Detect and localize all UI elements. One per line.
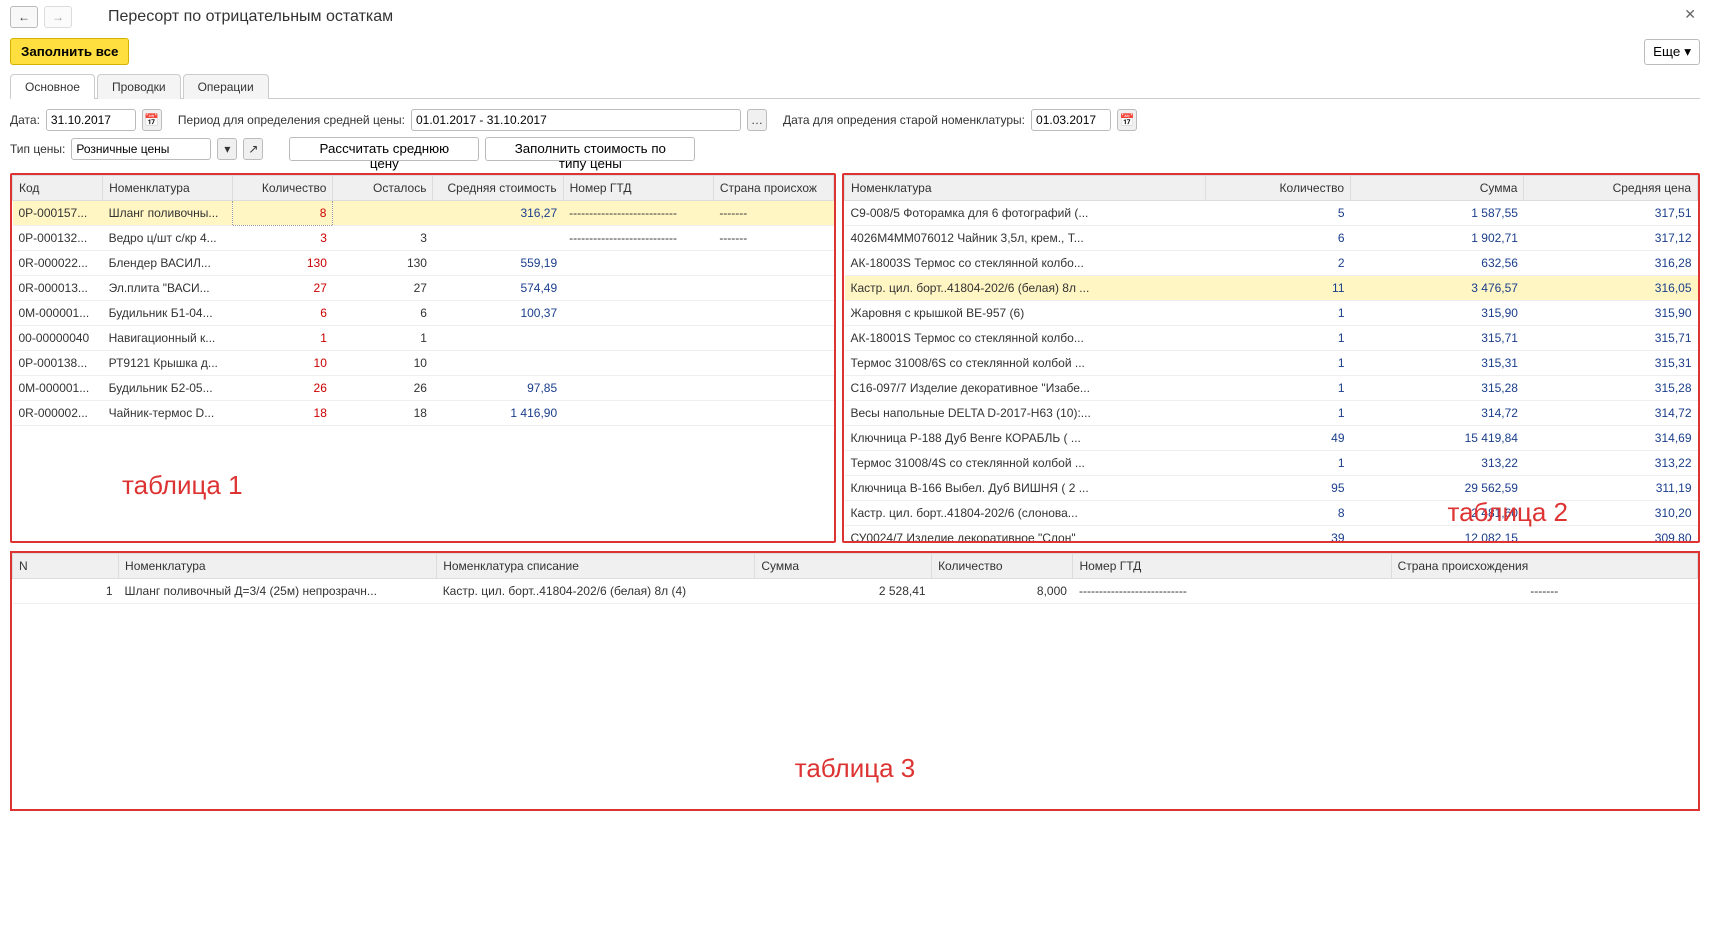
hscrollbar[interactable] bbox=[12, 527, 834, 541]
table-row[interactable]: СУ0024/7 Изделие декоративное "Слон"3912… bbox=[845, 526, 1698, 542]
col-nom[interactable]: Номенклатура bbox=[845, 176, 1206, 201]
table-row[interactable]: Жаровня с крышкой ВЕ-957 (6)1315,90315,9… bbox=[845, 301, 1698, 326]
col-qty[interactable]: Количество bbox=[233, 176, 333, 201]
table-row[interactable]: Ключница Р-188 Дуб Венге КОРАБЛЬ ( ...49… bbox=[845, 426, 1698, 451]
table-row[interactable]: Термос 31008/4S со стеклянной колбой ...… bbox=[845, 451, 1698, 476]
date-field[interactable] bbox=[46, 109, 136, 131]
table3-panel: N Номенклатура Номенклатура списание Сум… bbox=[10, 551, 1700, 811]
table2[interactable]: Номенклатура Количество Сумма Средняя це… bbox=[844, 175, 1698, 541]
date-label: Дата: bbox=[10, 113, 40, 127]
table-row[interactable]: С16-097/7 Изделие декоративное "Изабе...… bbox=[845, 376, 1698, 401]
table-row[interactable]: 0М-000001...Будильник Б1-04...66100,37 bbox=[13, 301, 834, 326]
close-icon[interactable]: ✕ bbox=[1684, 6, 1696, 23]
tab-operations[interactable]: Операции bbox=[183, 74, 269, 99]
tab-postings[interactable]: Проводки bbox=[97, 74, 181, 99]
table-row[interactable]: Ключница В-166 Выбел. Дуб ВИШНЯ ( 2 ...9… bbox=[845, 476, 1698, 501]
more-button[interactable]: Еще ▾ bbox=[1644, 39, 1700, 65]
price-type-field[interactable] bbox=[71, 138, 211, 160]
col-nom[interactable]: Номенклатура bbox=[119, 554, 437, 579]
calendar-icon[interactable]: 📅 bbox=[142, 109, 162, 131]
col-nom-off[interactable]: Номенклатура списание bbox=[437, 554, 755, 579]
period-picker-button[interactable]: … bbox=[747, 109, 767, 131]
calendar-icon[interactable]: 📅 bbox=[1117, 109, 1137, 131]
col-avg[interactable]: Средняя стоимость bbox=[433, 176, 563, 201]
old-nom-date-field[interactable] bbox=[1031, 109, 1111, 131]
table-row[interactable]: Термос 31008/6S со стеклянной колбой ...… bbox=[845, 351, 1698, 376]
table-row[interactable]: Весы напольные DELTA D-2017-Н63 (10):...… bbox=[845, 401, 1698, 426]
more-label: Еще bbox=[1653, 44, 1680, 59]
chevron-down-icon[interactable]: ▾ bbox=[217, 138, 237, 160]
price-type-label: Тип цены: bbox=[10, 142, 65, 156]
back-button[interactable]: ← bbox=[10, 6, 38, 28]
col-qty[interactable]: Количество bbox=[1206, 176, 1351, 201]
table-row[interactable]: 4026М4ММ076012 Чайник 3,5л, крем., Т...6… bbox=[845, 226, 1698, 251]
table-row[interactable]: 00-00000040Навигационный к...11 bbox=[13, 326, 834, 351]
forward-button[interactable]: → bbox=[44, 6, 72, 28]
page-title: Пересорт по отрицательным остаткам bbox=[108, 8, 393, 26]
table-row[interactable]: Кастр. цил. борт..41804-202/6 (белая) 8л… bbox=[845, 276, 1698, 301]
table-row[interactable]: 0М-000001...Будильник Б2-05...262697,85 bbox=[13, 376, 834, 401]
table-row[interactable]: С9-008/5 Фоторамка для 6 фотографий (...… bbox=[845, 201, 1698, 226]
table-row[interactable]: АК-18003S Термос со стеклянной колбо...2… bbox=[845, 251, 1698, 276]
table-row[interactable]: Кастр. цил. борт..41804-202/6 (слонова..… bbox=[845, 501, 1698, 526]
col-nom[interactable]: Номенклатура bbox=[103, 176, 233, 201]
col-avg[interactable]: Средняя цена bbox=[1524, 176, 1698, 201]
period-field[interactable] bbox=[411, 109, 741, 131]
table-row[interactable]: 0R-000013...Эл.плита "ВАСИ...2727574,49 bbox=[13, 276, 834, 301]
table-row[interactable]: 0Р-000138...РТ9121 Крышка д...1010 bbox=[13, 351, 834, 376]
table-row[interactable]: 0R-000022...Блендер ВАСИЛ...130130559,19 bbox=[13, 251, 834, 276]
table-row[interactable]: 1Шланг поливочный Д=3/4 (25м) непрозрачн… bbox=[13, 579, 1698, 604]
col-gtd[interactable]: Номер ГТД bbox=[563, 176, 713, 201]
tab-main[interactable]: Основное bbox=[10, 74, 95, 99]
col-gtd[interactable]: Номер ГТД bbox=[1073, 554, 1391, 579]
table1-panel: Код Номенклатура Количество Осталось Сре… bbox=[10, 173, 836, 543]
fill-all-button[interactable]: Заполнить все bbox=[10, 38, 129, 65]
col-n[interactable]: N bbox=[13, 554, 119, 579]
table-row[interactable]: АК-18001S Термос со стеклянной колбо...1… bbox=[845, 326, 1698, 351]
table-row[interactable]: 0R-000002...Чайник-термос D...18181 416,… bbox=[13, 401, 834, 426]
col-country[interactable]: Страна происхождения bbox=[1391, 554, 1697, 579]
period-label: Период для определения средней цены: bbox=[178, 113, 405, 127]
table-row[interactable]: 0Р-000132...Ведро ц/шт с/кр 4...33------… bbox=[13, 226, 834, 251]
table1[interactable]: Код Номенклатура Количество Осталось Сре… bbox=[12, 175, 834, 527]
open-ref-icon[interactable]: ↗ bbox=[243, 138, 263, 160]
col-qty[interactable]: Количество bbox=[932, 554, 1073, 579]
old-nom-date-label: Дата для опредения старой номенклатуры: bbox=[783, 113, 1025, 127]
fill-cost-by-type-button[interactable]: Заполнить стоимость по типу цены bbox=[485, 137, 695, 161]
table2-panel: Номенклатура Количество Сумма Средняя це… bbox=[842, 173, 1700, 543]
table3[interactable]: N Номенклатура Номенклатура списание Сум… bbox=[12, 553, 1698, 809]
col-sum[interactable]: Сумма bbox=[755, 554, 932, 579]
col-left[interactable]: Осталось bbox=[333, 176, 433, 201]
chevron-down-icon: ▾ bbox=[1684, 44, 1691, 60]
table-row[interactable]: 0Р-000157...Шланг поливочны...8316,27---… bbox=[13, 201, 834, 226]
calc-avg-price-button[interactable]: Рассчитать среднюю цену bbox=[289, 137, 479, 161]
tabs: Основное Проводки Операции bbox=[10, 73, 1700, 99]
col-code[interactable]: Код bbox=[13, 176, 103, 201]
col-sum[interactable]: Сумма bbox=[1351, 176, 1524, 201]
col-country[interactable]: Страна происхож bbox=[713, 176, 833, 201]
